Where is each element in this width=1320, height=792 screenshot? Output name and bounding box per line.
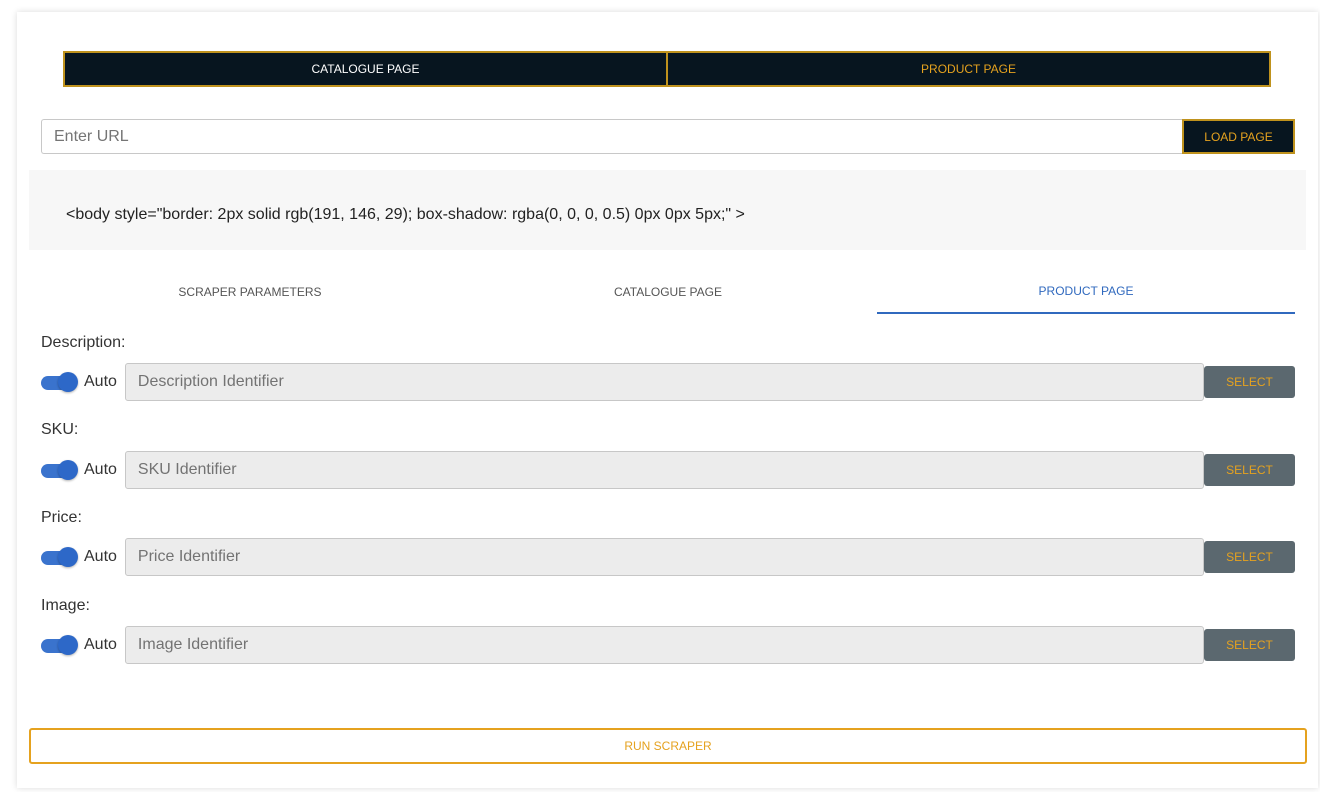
sku-auto-toggle[interactable] xyxy=(41,459,78,481)
price-auto-label: Auto xyxy=(84,548,117,565)
price-field-row: Auto SELECT xyxy=(41,538,1295,576)
image-select-button[interactable]: SELECT xyxy=(1204,629,1295,661)
image-auto-toggle[interactable] xyxy=(41,634,78,656)
sku-select-button[interactable]: SELECT xyxy=(1204,454,1295,486)
price-label: Price: xyxy=(41,509,82,526)
page-mode-switch: CATALOGUE PAGE PRODUCT PAGE xyxy=(63,51,1271,87)
description-identifier-input[interactable] xyxy=(124,363,1204,401)
toggle-switch-icon xyxy=(58,460,78,480)
url-bar: LOAD PAGE xyxy=(41,119,1295,154)
toggle-switch-icon xyxy=(58,372,78,392)
image-identifier-input[interactable] xyxy=(124,626,1204,664)
sku-auto-label: Auto xyxy=(84,461,117,478)
description-field-row: Auto SELECT xyxy=(41,363,1295,401)
mode-catalogue-button[interactable]: CATALOGUE PAGE xyxy=(65,53,666,85)
price-select-button[interactable]: SELECT xyxy=(1204,541,1295,573)
run-scraper-button[interactable]: RUN SCRAPER xyxy=(29,728,1307,764)
url-input[interactable] xyxy=(41,119,1182,154)
description-label: Description: xyxy=(41,334,126,351)
mode-product-button[interactable]: PRODUCT PAGE xyxy=(668,53,1269,85)
price-identifier-input[interactable] xyxy=(124,538,1204,576)
tab-bar: SCRAPER PARAMETERS CATALOGUE PAGE PRODUC… xyxy=(41,270,1295,314)
toggle-switch-icon xyxy=(58,635,78,655)
tab-catalogue-page[interactable]: CATALOGUE PAGE xyxy=(459,270,877,314)
selected-element-preview: <body style="border: 2px solid rgb(191, … xyxy=(29,170,1306,250)
sku-label: SKU: xyxy=(41,421,79,438)
sku-field-row: Auto SELECT xyxy=(41,451,1295,489)
selected-element-code: <body style="border: 2px solid rgb(191, … xyxy=(66,206,745,223)
image-label: Image: xyxy=(41,597,90,614)
image-field-row: Auto SELECT xyxy=(41,626,1295,664)
toggle-switch-icon xyxy=(58,547,78,567)
description-select-button[interactable]: SELECT xyxy=(1204,366,1295,398)
sku-identifier-input[interactable] xyxy=(124,451,1204,489)
description-auto-toggle[interactable] xyxy=(41,371,78,393)
tab-scraper-parameters[interactable]: SCRAPER PARAMETERS xyxy=(41,270,459,314)
load-page-button[interactable]: LOAD PAGE xyxy=(1182,119,1295,154)
image-auto-label: Auto xyxy=(84,636,117,653)
tab-product-page[interactable]: PRODUCT PAGE xyxy=(877,270,1295,314)
price-auto-toggle[interactable] xyxy=(41,546,78,568)
description-auto-label: Auto xyxy=(84,373,117,390)
